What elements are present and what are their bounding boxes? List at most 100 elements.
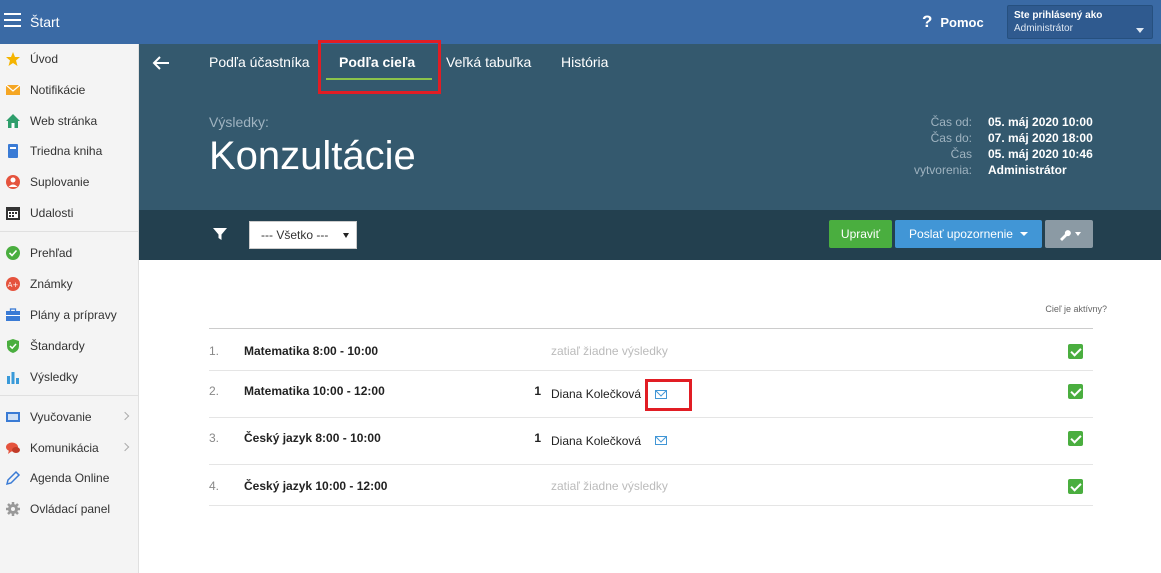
pencil-icon xyxy=(5,470,21,486)
sidebar-item-ovladaci-panel[interactable]: Ovládací panel xyxy=(0,496,138,522)
chevron-down-icon xyxy=(1019,232,1028,236)
sidebar-item-label: Komunikácia xyxy=(30,441,99,455)
sidebar-item-label: Notifikácie xyxy=(30,83,86,97)
sidebar-item-label: Ovládací panel xyxy=(30,502,111,516)
tab-historia[interactable]: História xyxy=(561,54,608,80)
created-by-value: Administrátor xyxy=(988,163,1067,177)
chevron-down-icon xyxy=(1074,232,1081,236)
sidebar-item-label: Úvod xyxy=(30,52,59,66)
sidebar-item-agenda-online[interactable]: Agenda Online xyxy=(0,465,138,491)
sidebar-item-udalosti[interactable]: Udalosti xyxy=(0,200,138,226)
goal-name[interactable]: Český jazyk 10:00 - 12:00 xyxy=(244,479,387,493)
participant-name[interactable]: Diana Kolečková xyxy=(551,387,641,401)
results-toolbar: --- Všetko --- Upraviť Poslať upozorneni… xyxy=(139,210,1161,260)
sidebar-item-web-stranka[interactable]: Web stránka xyxy=(0,108,138,134)
check-circle-icon xyxy=(5,245,21,261)
active-checkbox[interactable] xyxy=(1068,479,1083,494)
wrench-icon xyxy=(1059,229,1071,241)
chat-icon xyxy=(5,440,21,456)
filter-select[interactable]: --- Všetko --- xyxy=(249,221,357,249)
sidebar-item-label: Známky xyxy=(30,277,73,291)
person-icon xyxy=(5,174,21,190)
gear-icon xyxy=(5,501,21,517)
chevron-right-icon xyxy=(120,411,130,421)
send-notification-label: Poslať upozornenie xyxy=(909,227,1013,241)
sidebar-item-label: Vyučovanie xyxy=(30,410,92,424)
time-from-value: 05. máj 2020 10:00 xyxy=(988,115,1093,129)
help-link[interactable]: ? Pomoc xyxy=(922,12,984,32)
sidebar-divider xyxy=(0,395,138,396)
no-results-text: zatiaľ žiadne výsledky xyxy=(551,479,668,493)
sidebar-item-label: Triedna kniha xyxy=(30,144,103,158)
created-time-value: 05. máj 2020 10:46 xyxy=(988,147,1093,161)
row-number: 4. xyxy=(209,479,220,493)
envelope-icon[interactable] xyxy=(655,436,667,445)
dropdown-arrow-icon xyxy=(343,233,349,238)
results-header: Podľa účastníka Podľa cieľa Veľká tabuľk… xyxy=(139,44,1161,210)
user-login-caption: Ste prihlásený ako xyxy=(1014,10,1103,21)
board-icon xyxy=(5,409,21,425)
sidebar-item-uvod[interactable]: Úvod xyxy=(0,46,138,72)
goal-name[interactable]: Matematika 8:00 - 10:00 xyxy=(244,344,378,358)
bar-chart-icon xyxy=(5,369,21,385)
filter-select-value: --- Všetko --- xyxy=(261,228,329,242)
created-by-label: vytvorenia: xyxy=(913,163,972,177)
sidebar-item-plany-a-pripravy[interactable]: Plány a prípravy xyxy=(0,302,138,328)
row-number: 3. xyxy=(209,431,220,445)
hamburger-menu-icon[interactable] xyxy=(4,13,21,29)
sidebar-item-znamky[interactable]: A+ Známky xyxy=(0,271,138,297)
user-menu[interactable]: Ste prihlásený ako Administrátor xyxy=(1007,5,1153,39)
row-number: 2. xyxy=(209,384,220,398)
send-notification-button[interactable]: Poslať upozornenie xyxy=(895,220,1042,248)
participant-name[interactable]: Diana Kolečková xyxy=(551,434,641,448)
table-row: 4. Český jazyk 10:00 - 12:00 zatiaľ žiad… xyxy=(209,465,1093,506)
envelope-icon xyxy=(5,82,21,98)
app-title[interactable]: Štart xyxy=(30,14,60,30)
briefcase-icon xyxy=(5,307,21,323)
table-row: 3. Český jazyk 8:00 - 10:00 1 Diana Kole… xyxy=(209,418,1093,465)
top-bar: Štart ? Pomoc Ste prihlásený ako Adminis… xyxy=(0,0,1161,44)
grade-icon: A+ xyxy=(5,276,21,292)
book-icon xyxy=(5,143,21,159)
question-mark-icon: ? xyxy=(922,12,933,31)
edit-button[interactable]: Upraviť xyxy=(829,220,892,248)
sidebar-item-standardy[interactable]: Štandardy xyxy=(0,333,138,359)
active-checkbox[interactable] xyxy=(1068,384,1083,399)
sidebar-item-triedna-kniha[interactable]: Triedna kniha xyxy=(0,138,138,164)
sidebar-item-komunikacia[interactable]: Komunikácia xyxy=(0,435,138,461)
sidebar-item-notifikacie[interactable]: Notifikácie xyxy=(0,77,138,103)
home-icon xyxy=(5,113,21,129)
chevron-right-icon xyxy=(120,442,130,452)
calendar-icon xyxy=(5,205,21,221)
active-checkbox[interactable] xyxy=(1068,431,1083,446)
no-results-text: zatiaľ žiadne výsledky xyxy=(551,344,668,358)
user-name: Administrátor xyxy=(1014,23,1073,34)
goal-name[interactable]: Český jazyk 8:00 - 10:00 xyxy=(244,431,381,445)
page-title: Konzultácie xyxy=(209,134,416,178)
time-meta-values: 05. máj 2020 10:00 07. máj 2020 18:00 05… xyxy=(988,114,1158,178)
sidebar-item-vysledky[interactable]: Výsledky xyxy=(0,364,138,390)
svg-text:A+: A+ xyxy=(8,281,19,289)
active-checkbox[interactable] xyxy=(1068,344,1083,359)
sidebar-item-suplovanie[interactable]: Suplovanie xyxy=(0,169,138,195)
sidebar-item-prehlad[interactable]: Prehľad xyxy=(0,240,138,266)
sidebar-item-label: Výsledky xyxy=(30,370,79,384)
sidebar-item-label: Štandardy xyxy=(30,339,85,353)
sidebar-divider xyxy=(0,231,138,232)
help-label: Pomoc xyxy=(940,14,984,30)
sidebar-item-label: Prehľad xyxy=(30,246,73,260)
chevron-down-icon xyxy=(1136,28,1144,33)
arrow-left-icon[interactable] xyxy=(152,56,170,70)
tab-velka-tabulka[interactable]: Veľká tabuľka xyxy=(446,54,531,80)
tools-dropdown-button[interactable] xyxy=(1045,220,1093,248)
goal-name[interactable]: Matematika 10:00 - 12:00 xyxy=(244,384,385,398)
sidebar-item-vyucovanie[interactable]: Vyučovanie xyxy=(0,404,138,430)
highlight-box-envelope xyxy=(645,379,692,411)
sidebar-item-label: Web stránka xyxy=(30,114,98,128)
highlight-box-active-tab xyxy=(318,40,441,94)
sidebar-item-label: Udalosti xyxy=(30,206,74,220)
row-number: 1. xyxy=(209,344,220,358)
created-time-label: Čas xyxy=(950,147,972,161)
sidebar-item-label: Agenda Online xyxy=(30,471,110,485)
tab-podla-ucastnika[interactable]: Podľa účastníka xyxy=(209,54,310,80)
